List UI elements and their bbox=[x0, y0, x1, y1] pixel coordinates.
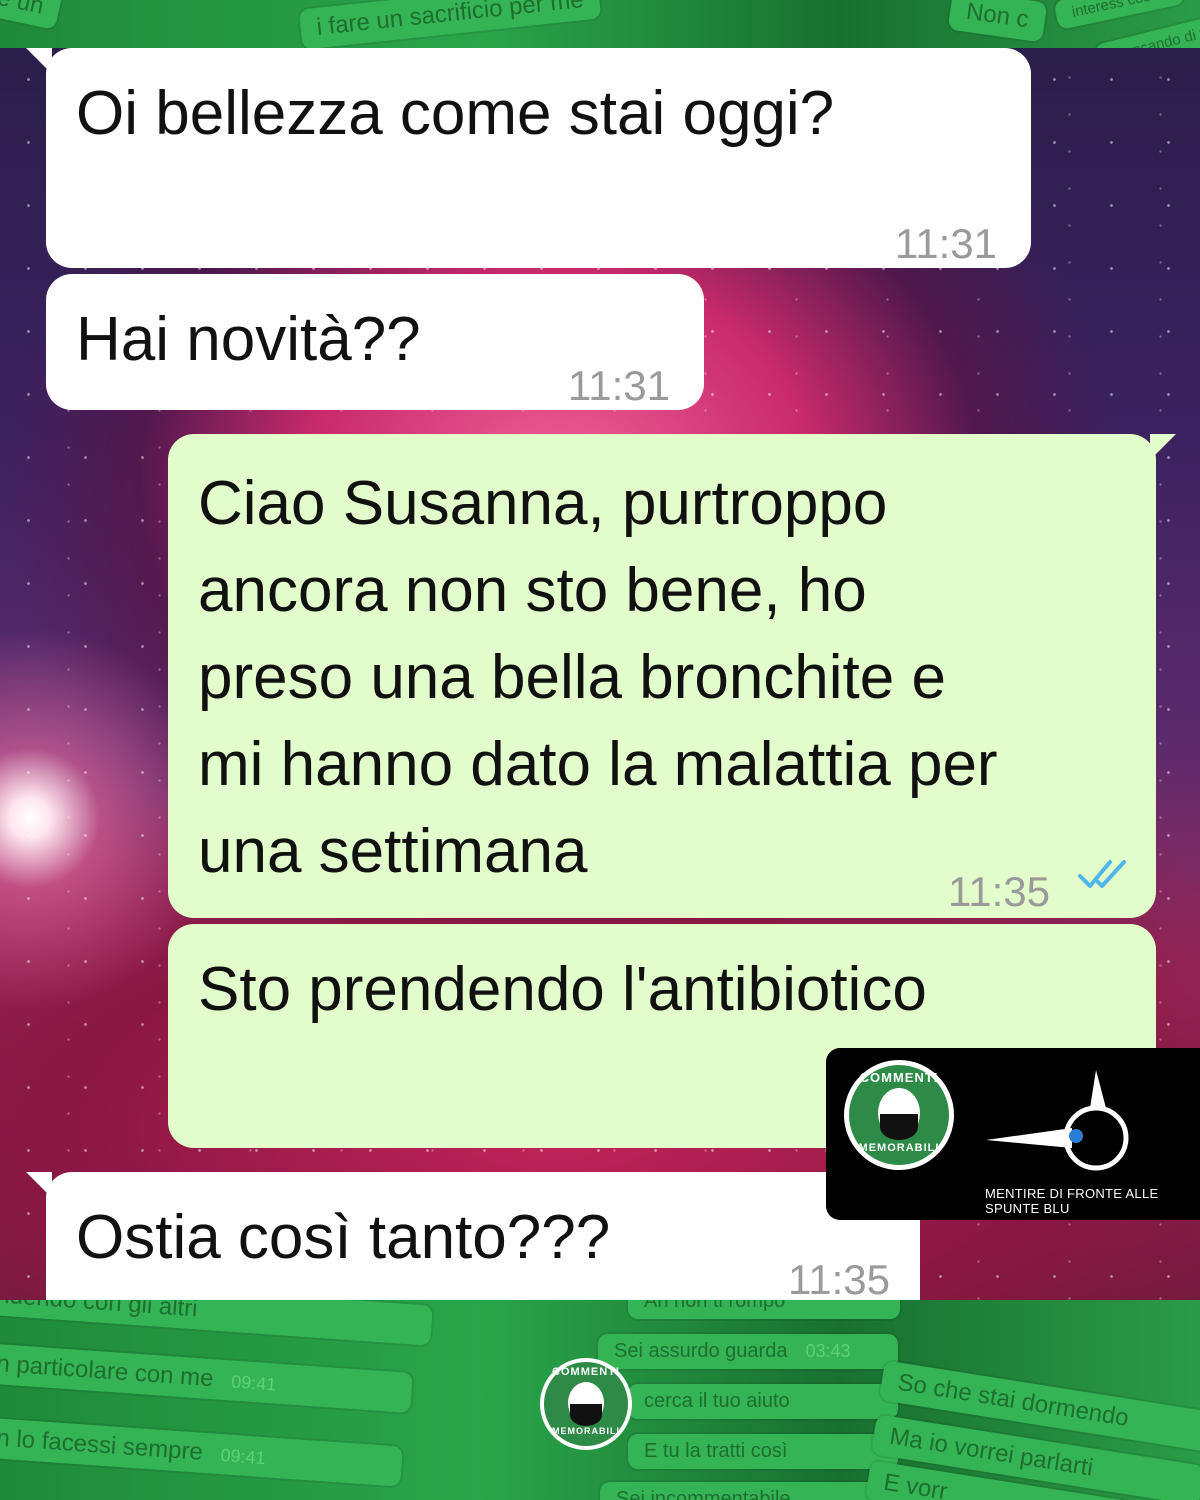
background-fragment: interess cose? bbox=[1053, 0, 1186, 31]
background-fragment: Ah non ti rompo bbox=[628, 1300, 900, 1319]
background-fragment: Sei incommentabile bbox=[600, 1482, 898, 1500]
background-fragment: mancando di t bbox=[1093, 15, 1200, 48]
background-fragment: E tu la tratti così bbox=[628, 1434, 898, 1469]
background-collage-bottom: ndendo con gli altri n particolare con m… bbox=[0, 1300, 1200, 1500]
background-fragment: cerca il tuo aiuto bbox=[628, 1384, 898, 1419]
incoming-message[interactable]: Ostia così tanto??? 11:35 bbox=[26, 1172, 920, 1303]
incoming-message[interactable]: Oi bellezza come stai oggi? 11:31 bbox=[26, 48, 1031, 268]
message-text: Sto prendendo l'antibiotico bbox=[198, 955, 927, 1024]
background-fragment: ndendo con gli altri bbox=[0, 1300, 433, 1346]
background-fragment: n lo facessi sempre 09:41 bbox=[0, 1417, 403, 1487]
background-collage-top: ere un i fare un sacrificio per me Non c… bbox=[0, 0, 1200, 48]
background-fragment: Sei assurdo guarda 03:43 bbox=[598, 1334, 898, 1369]
message-text: Oi bellezza come stai oggi? bbox=[76, 79, 835, 148]
brand-tagline: MENTIRE DI FRONTE ALLE SPUNTE BLU bbox=[985, 1186, 1159, 1216]
brand-badge-small: COMMENTI MEMORABILI bbox=[540, 1358, 632, 1450]
incoming-message[interactable]: Hai novità?? 11:31 bbox=[46, 274, 704, 410]
double-check-icon bbox=[1078, 860, 1126, 888]
bubble-tail bbox=[26, 48, 52, 74]
background-fragment: Non c bbox=[947, 0, 1048, 43]
background-fragment: ere un bbox=[0, 0, 64, 30]
background-fragment: i fare un sacrificio per me bbox=[298, 0, 602, 48]
message-text: Ostia così tanto??? bbox=[76, 1203, 611, 1272]
message-time: 11:35 bbox=[948, 868, 1050, 915]
message-text: Ciao Susanna, purtroppo ancora non sto b… bbox=[198, 469, 998, 886]
outgoing-message[interactable]: Ciao Susanna, purtroppo ancora non sto b… bbox=[168, 434, 1176, 918]
bubble-tail bbox=[1150, 434, 1176, 460]
pinocchio-nose-icon bbox=[986, 1070, 1129, 1171]
brand-badge: COMMENTI MEMORABILI bbox=[844, 1060, 954, 1170]
background-fragment: n particolare con me 09:41 bbox=[0, 1342, 413, 1414]
message-time: 11:31 bbox=[568, 362, 670, 409]
message-time: 11:31 bbox=[895, 220, 997, 267]
bubble-tail bbox=[26, 1172, 52, 1198]
